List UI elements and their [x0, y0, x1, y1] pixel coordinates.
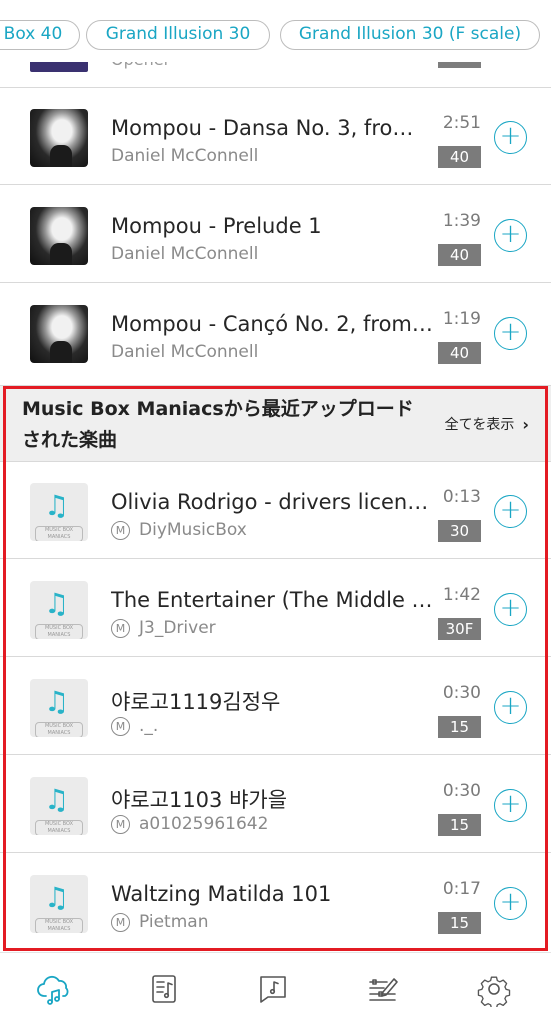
partial-list-item[interactable]: Opener — [0, 50, 551, 88]
chip-grand-illusion-30[interactable]: Grand Illusion 30 — [86, 20, 270, 50]
music-box-maniacs-thumbnail: ♫ MUSIC BOX MANIACS — [30, 581, 88, 639]
list-item[interactable]: Mompou - Cançó No. 2, from ... Daniel Mc… — [0, 284, 551, 386]
add-button[interactable]: + — [494, 789, 527, 822]
add-button[interactable]: + — [494, 495, 527, 528]
list-item[interactable]: ♫ MUSIC BOX MANIACS Waltzing Matilda 101… — [0, 854, 551, 951]
music-box-maniacs-thumbnail: ♫ MUSIC BOX MANIACS — [30, 875, 88, 933]
list-item[interactable]: Mompou - Dansa No. 3, from ... Daniel Mc… — [0, 88, 551, 185]
maniacs-user-icon: M — [111, 912, 130, 932]
bottom-navigation — [0, 952, 551, 1024]
music-note-icon: ♫ — [44, 685, 70, 718]
song-duration: 2:51 — [442, 113, 481, 133]
song-title: The Entertainer (The Middle P... — [111, 588, 433, 612]
song-uploader: M ._. — [111, 716, 158, 736]
scale-badge: 30F — [438, 618, 481, 640]
maniacs-user-icon: M — [111, 520, 130, 540]
song-title: 야로고1103 뱌가을 — [111, 788, 288, 812]
music-box-maniacs-thumbnail: ♫ MUSIC BOX MANIACS — [30, 483, 88, 541]
song-duration: 0:13 — [442, 487, 481, 507]
song-duration: 0:30 — [442, 683, 481, 703]
song-artist: Daniel McConnell — [111, 342, 259, 362]
list-item[interactable]: ♫ MUSIC BOX MANIACS 야로고1119김정우 M ._. 0:3… — [0, 658, 551, 755]
add-button[interactable]: + — [494, 317, 527, 350]
section-title: Music Box Maniacsから最近アップロードされた楽曲 — [22, 398, 414, 451]
music-note-icon: ♫ — [44, 881, 70, 914]
show-all-link[interactable]: 全てを表示 › — [445, 414, 529, 434]
scale-badge: 30 — [438, 520, 481, 542]
music-sheet-icon[interactable] — [146, 971, 186, 1011]
music-box-maniacs-thumbnail: ♫ MUSIC BOX MANIACS — [30, 777, 88, 835]
artist-thumbnail — [30, 305, 88, 363]
chip-box-40[interactable]: Box 40 — [0, 20, 80, 50]
song-uploader: M DiyMusicBox — [111, 520, 247, 540]
list-item[interactable]: Mompou - Prelude 1 Daniel McConnell 1:39… — [0, 186, 551, 283]
music-note-icon: ♫ — [44, 587, 70, 620]
add-button[interactable]: + — [494, 593, 527, 626]
song-artist: Daniel McConnell — [111, 244, 259, 264]
music-box-maniacs-thumbnail: ♫ MUSIC BOX MANIACS — [30, 679, 88, 737]
music-message-icon[interactable] — [255, 971, 295, 1011]
mbm-logo-text: MUSIC BOX MANIACS — [35, 624, 83, 639]
maniacs-user-icon: M — [111, 716, 130, 736]
cloud-music-icon[interactable] — [37, 971, 77, 1011]
music-note-icon: ♫ — [44, 489, 70, 522]
song-title: 야로고1119김정우 — [111, 690, 281, 714]
list-item[interactable]: ♫ MUSIC BOX MANIACS 야로고1103 뱌가을 M a01025… — [0, 756, 551, 853]
scale-badge: 15 — [438, 912, 481, 934]
mbm-logo-text: MUSIC BOX MANIACS — [35, 722, 83, 737]
maniacs-user-icon: M — [111, 814, 130, 834]
scale-filter-bar: Box 40 Grand Illusion 30 Grand Illusion … — [0, 0, 551, 62]
mbm-logo-text: MUSIC BOX MANIACS — [35, 820, 83, 835]
chip-grand-illusion-30-f-scale[interactable]: Grand Illusion 30 (F scale) — [280, 20, 540, 50]
song-uploader: M J3_Driver — [111, 618, 216, 638]
editor-icon[interactable] — [365, 971, 405, 1011]
scale-badge: 15 — [438, 814, 481, 836]
section-header: Music Box Maniacsから最近アップロードされた楽曲 全てを表示 › — [0, 386, 551, 462]
song-title: Mompou - Cançó No. 2, from ... — [111, 312, 433, 336]
scale-badge: 40 — [438, 146, 481, 168]
song-duration: 1:39 — [442, 211, 481, 231]
music-note-icon: ♫ — [44, 783, 70, 816]
song-uploader: M a01025961642 — [111, 814, 268, 834]
settings-icon[interactable] — [476, 971, 516, 1011]
song-artist: Daniel McConnell — [111, 146, 259, 166]
song-title: Olivia Rodrigo - drivers license... — [111, 490, 433, 514]
scale-badge: 40 — [438, 244, 481, 266]
artist-thumbnail — [30, 109, 88, 167]
maniacs-user-icon: M — [111, 618, 130, 638]
chevron-right-icon: › — [522, 414, 529, 434]
song-title: Waltzing Matilda 101 — [111, 882, 332, 906]
artist-thumbnail — [30, 207, 88, 265]
add-button[interactable]: + — [494, 691, 527, 724]
mbm-logo-text: MUSIC BOX MANIACS — [35, 526, 83, 541]
scale-badge: 40 — [438, 342, 481, 364]
song-title: Mompou - Dansa No. 3, from ... — [111, 116, 433, 140]
show-all-label: 全てを表示 — [444, 417, 515, 433]
song-uploader: M Pietman — [111, 912, 208, 932]
song-duration: 1:19 — [442, 309, 481, 329]
scale-badge: 15 — [438, 716, 481, 738]
mbm-logo-text: MUSIC BOX MANIACS — [35, 918, 83, 933]
song-title: Mompou - Prelude 1 — [111, 214, 322, 238]
add-button[interactable]: + — [494, 121, 527, 154]
list-item[interactable]: ♫ MUSIC BOX MANIACS The Entertainer (The… — [0, 560, 551, 657]
song-duration: 0:17 — [442, 879, 481, 899]
add-button[interactable]: + — [494, 219, 527, 252]
song-duration: 0:30 — [442, 781, 481, 801]
list-item[interactable]: ♫ MUSIC BOX MANIACS Olivia Rodrigo - dri… — [0, 462, 551, 559]
song-duration: 1:42 — [442, 585, 481, 605]
add-button[interactable]: + — [494, 887, 527, 920]
